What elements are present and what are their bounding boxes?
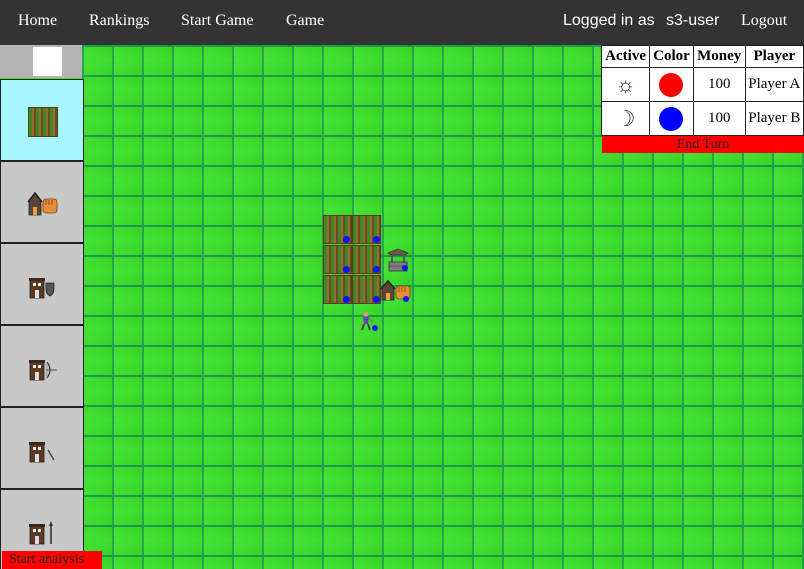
house-spear-icon — [29, 521, 53, 545]
username-label: s3-user — [666, 12, 720, 29]
end-turn-button[interactable]: End Turn — [602, 136, 804, 153]
player-b-color-dot — [659, 106, 684, 131]
sidebar-item-shield[interactable] — [0, 243, 84, 325]
header-money: Money — [692, 45, 746, 68]
sun-icon: ☼ — [600, 67, 651, 102]
worker-icon[interactable] — [357, 310, 381, 334]
owner-marker — [343, 296, 350, 303]
sidebar-item-swordsman[interactable] — [0, 407, 84, 489]
table-row: ☼ 100 Player A — [600, 67, 804, 102]
player-a-color-dot — [659, 72, 684, 97]
house-sword-icon — [29, 442, 55, 463]
well-icon[interactable] — [385, 248, 411, 274]
sidebar-item-field[interactable] — [0, 79, 84, 161]
sidebar-item-archer[interactable] — [0, 325, 84, 407]
top-nav-bar: Home Rankings Start Game Game Logged in … — [0, 0, 804, 45]
player-b-money: 100 — [692, 101, 746, 136]
house-fist-icon — [27, 191, 58, 216]
nav-home-link[interactable]: Home — [18, 12, 57, 30]
sidebar-header — [0, 45, 82, 78]
header-player: Player — [744, 45, 804, 68]
nav-start-game-link[interactable]: Start Game — [181, 12, 253, 30]
nav-game-link[interactable]: Game — [286, 12, 324, 30]
player-a-money: 100 — [692, 67, 746, 102]
moon-icon: ☽ — [600, 101, 651, 136]
field-icon — [28, 107, 58, 137]
header-color: Color — [649, 45, 694, 68]
selection-preview — [33, 47, 62, 76]
owner-marker — [373, 296, 380, 303]
player-a-name: Player A — [744, 67, 804, 102]
nav-rankings-link[interactable]: Rankings — [89, 12, 149, 30]
house-bow-icon — [29, 360, 57, 381]
owner-marker — [373, 266, 380, 273]
players-table: Active Color Money Player ☼ 100 Player A… — [600, 45, 804, 136]
logout-link[interactable]: Logout — [741, 12, 787, 30]
start-analysis-button[interactable]: Start analysis — [2, 551, 102, 569]
house-fist-icon[interactable] — [381, 278, 413, 304]
table-row: ☽ 100 Player B — [600, 101, 804, 136]
owner-marker — [373, 236, 380, 243]
header-active: Active — [600, 45, 651, 68]
owner-marker — [343, 266, 350, 273]
logged-in-label: Logged in as — [563, 12, 655, 29]
player-b-name: Player B — [744, 101, 804, 136]
sidebar-item-barracks[interactable] — [0, 161, 84, 243]
build-sidebar — [0, 45, 84, 569]
owner-marker — [343, 236, 350, 243]
house-shield-icon — [29, 278, 55, 299]
